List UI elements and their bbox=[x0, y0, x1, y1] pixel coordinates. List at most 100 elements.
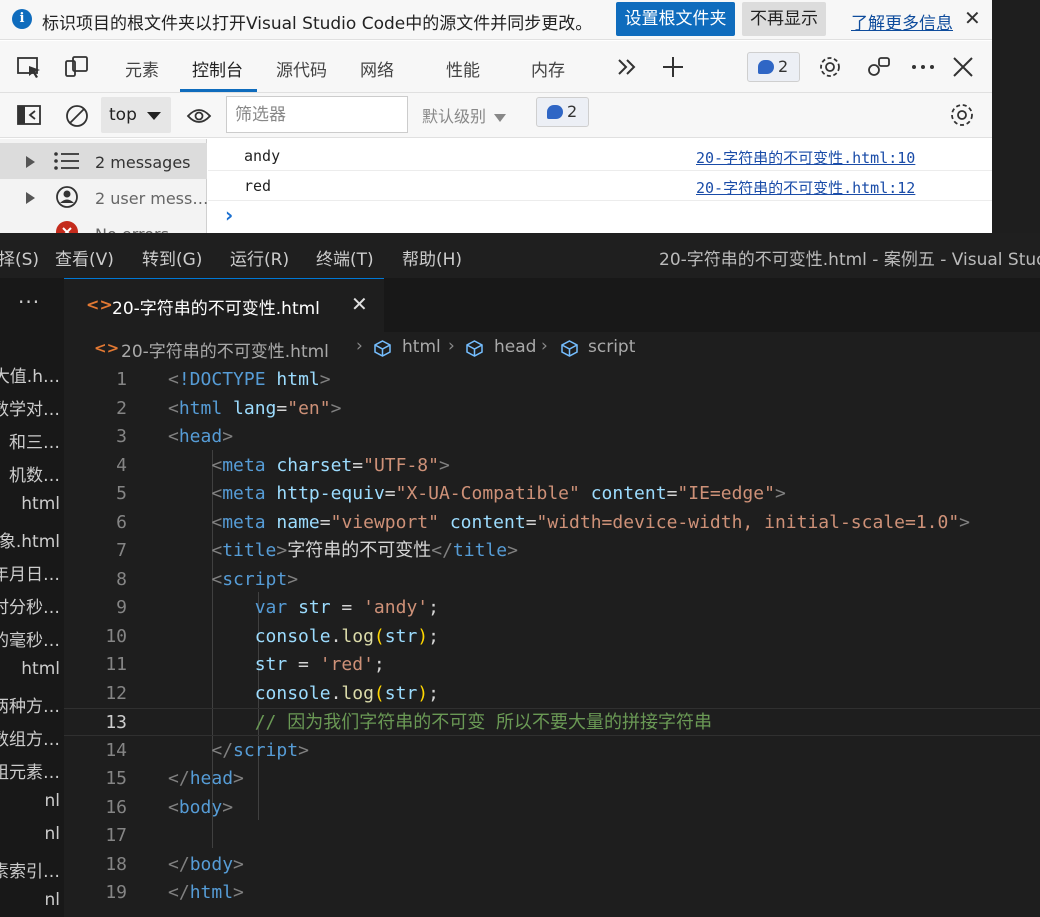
log-level-dropdown[interactable]: 默认级别 bbox=[422, 103, 507, 127]
console-filter-input[interactable] bbox=[226, 96, 408, 133]
explorer-file-item[interactable]: 组元素… bbox=[0, 758, 60, 783]
code-line[interactable]: 18 </body> bbox=[64, 851, 1040, 879]
code-line[interactable]: 3 <head> bbox=[64, 423, 1040, 451]
menu-run[interactable]: 运行(R) bbox=[230, 245, 289, 270]
add-tab-plus-icon[interactable] bbox=[660, 56, 686, 78]
code-line[interactable]: 11 str = 'red'; bbox=[64, 651, 1040, 679]
set-root-folder-button[interactable]: 设置根文件夹 bbox=[616, 2, 735, 36]
learn-more-link[interactable]: 了解更多信息 bbox=[851, 9, 953, 34]
code-line[interactable]: 5 <meta http-equiv="X-UA-Compatible" con… bbox=[64, 480, 1040, 508]
explorer-file-item[interactable]: nl bbox=[45, 824, 61, 844]
line-content: str = 'red'; bbox=[168, 651, 385, 679]
explorer-file-item[interactable]: nl bbox=[45, 890, 61, 910]
line-content: console.log(str); bbox=[168, 680, 439, 708]
breadcrumb-script[interactable]: script bbox=[588, 337, 635, 357]
explorer-file-item[interactable]: 两种方… bbox=[0, 692, 60, 717]
explorer-file-item[interactable]: 数学对… bbox=[0, 395, 60, 420]
console-message-text: andy bbox=[244, 147, 281, 165]
toggle-sidebar-icon[interactable] bbox=[16, 104, 42, 126]
breadcrumb-file[interactable]: 20-字符串的不可变性.html bbox=[121, 337, 329, 362]
explorer-file-item[interactable]: 机数… bbox=[9, 461, 60, 486]
explorer-file-item[interactable]: 象.html bbox=[0, 527, 60, 552]
inspect-element-icon[interactable] bbox=[16, 56, 42, 78]
code-line[interactable]: 14 </script> bbox=[64, 737, 1040, 765]
dont-show-again-button[interactable]: 不再显示 bbox=[742, 2, 826, 36]
menu-terminal[interactable]: 终端(T) bbox=[316, 245, 374, 270]
code-line[interactable]: 19 </html> bbox=[64, 879, 1040, 907]
explorer-file-item[interactable]: nl bbox=[45, 791, 61, 811]
expand-triangle-icon[interactable] bbox=[26, 192, 35, 204]
menu-go[interactable]: 转到(G) bbox=[142, 245, 202, 270]
console-message-text: red bbox=[244, 177, 272, 195]
code-line[interactable]: 15 </head> bbox=[64, 765, 1040, 793]
tab-memory[interactable]: 内存 bbox=[531, 56, 565, 81]
console-source-link[interactable]: 20-字符串的不可变性.html:12 bbox=[696, 177, 915, 198]
breadcrumb-head[interactable]: head bbox=[494, 337, 536, 357]
sidebar-item-messages[interactable]: 2 messages bbox=[0, 143, 207, 179]
code-line[interactable]: 1 <!DOCTYPE html> bbox=[64, 366, 1040, 394]
device-emulation-icon[interactable] bbox=[64, 56, 90, 78]
breadcrumb-html[interactable]: html bbox=[402, 337, 441, 357]
issues-badge-filter[interactable]: 2 bbox=[536, 97, 589, 127]
explorer-file-item[interactable]: html bbox=[21, 494, 60, 514]
tab-sources[interactable]: 源代码 bbox=[276, 56, 327, 81]
settings-gear-icon[interactable] bbox=[817, 56, 843, 78]
editor-tab[interactable]: <> 20-字符串的不可变性.html ✕ bbox=[64, 278, 384, 332]
tab-network[interactable]: 网络 bbox=[360, 56, 394, 81]
context-selector[interactable]: top bbox=[101, 97, 171, 133]
sidebar-item-errors[interactable]: No errors bbox=[0, 215, 207, 233]
code-line[interactable]: 2 <html lang="en"> bbox=[64, 395, 1040, 423]
code-editor[interactable]: 1 <!DOCTYPE html> 2 <html lang="en"> 3 <head>… bbox=[64, 364, 1040, 917]
sidebar-item-user-messages[interactable]: 2 user mess… bbox=[0, 179, 209, 215]
more-options-icon[interactable] bbox=[910, 56, 936, 78]
code-token: script bbox=[222, 568, 288, 590]
console-prompt[interactable]: › bbox=[225, 203, 233, 227]
code-line[interactable]: 4 <meta charset="UTF-8"> bbox=[64, 452, 1040, 480]
code-line[interactable]: 7 <title>字符串的不可变性</title> bbox=[64, 537, 1040, 565]
explorer-file-item[interactable]: 大值.h… bbox=[0, 362, 60, 387]
explorer-file-item[interactable]: 数组方… bbox=[0, 725, 60, 750]
close-tab-icon[interactable]: ✕ bbox=[351, 292, 368, 316]
code-line[interactable]: 17 bbox=[64, 822, 1040, 850]
close-devtools-icon[interactable] bbox=[950, 56, 976, 78]
code-token: "en" bbox=[287, 397, 331, 419]
menu-help[interactable]: 帮助(H) bbox=[402, 245, 462, 270]
code-line[interactable]: 13 // 因为我们字符串的不可变 所以不要大量的拼接字符串 bbox=[64, 708, 1040, 736]
line-content: </script> bbox=[168, 737, 309, 765]
code-line[interactable]: 12 console.log(str); bbox=[64, 680, 1040, 708]
close-icon[interactable]: ✕ bbox=[964, 6, 981, 30]
live-expression-eye-icon[interactable] bbox=[186, 106, 212, 126]
more-actions-icon[interactable]: ··· bbox=[18, 290, 40, 314]
line-content: <head> bbox=[168, 423, 233, 451]
code-token: ; bbox=[428, 625, 439, 647]
code-line[interactable]: 8 <script> bbox=[64, 566, 1040, 594]
clear-console-icon[interactable] bbox=[64, 103, 90, 129]
code-line[interactable]: 6 <meta name="viewport" content="width=d… bbox=[64, 509, 1040, 537]
code-line[interactable]: 9 var str = 'andy'; bbox=[64, 594, 1040, 622]
explorer-file-item[interactable]: html bbox=[21, 659, 60, 679]
code-line[interactable]: 16 <body> bbox=[64, 794, 1040, 822]
tab-performance[interactable]: 性能 bbox=[446, 56, 480, 81]
code-token: meta bbox=[222, 483, 266, 504]
menu-view[interactable]: 查看(V) bbox=[55, 245, 114, 270]
issues-badge[interactable]: 2 bbox=[747, 52, 800, 82]
console-source-link[interactable]: 20-字符串的不可变性.html:10 bbox=[696, 147, 915, 168]
more-tabs-chevron-icon[interactable] bbox=[614, 56, 640, 78]
line-number: 11 bbox=[105, 654, 127, 675]
tab-elements[interactable]: 元素 bbox=[125, 56, 159, 81]
html-file-icon: <> bbox=[94, 339, 120, 357]
explorer-file-item[interactable]: 的毫秒… bbox=[0, 626, 60, 651]
console-settings-gear-icon[interactable] bbox=[949, 102, 975, 128]
explorer-file-item[interactable]: 和三… bbox=[9, 428, 60, 453]
explorer-file-item[interactable]: 年月日… bbox=[0, 560, 60, 585]
code-line[interactable]: 10 console.log(str); bbox=[64, 623, 1040, 651]
tab-console[interactable]: 控制台 bbox=[192, 56, 243, 81]
explorer-file-item[interactable]: 素索引… bbox=[0, 857, 60, 882]
customize-icon[interactable] bbox=[866, 56, 892, 78]
menu-selection[interactable]: 择(S) bbox=[0, 245, 39, 270]
expand-triangle-icon[interactable] bbox=[26, 156, 35, 168]
explorer-file-item[interactable]: 时分秒… bbox=[0, 593, 60, 618]
sidebar-item-label: 2 user mess… bbox=[95, 189, 209, 208]
